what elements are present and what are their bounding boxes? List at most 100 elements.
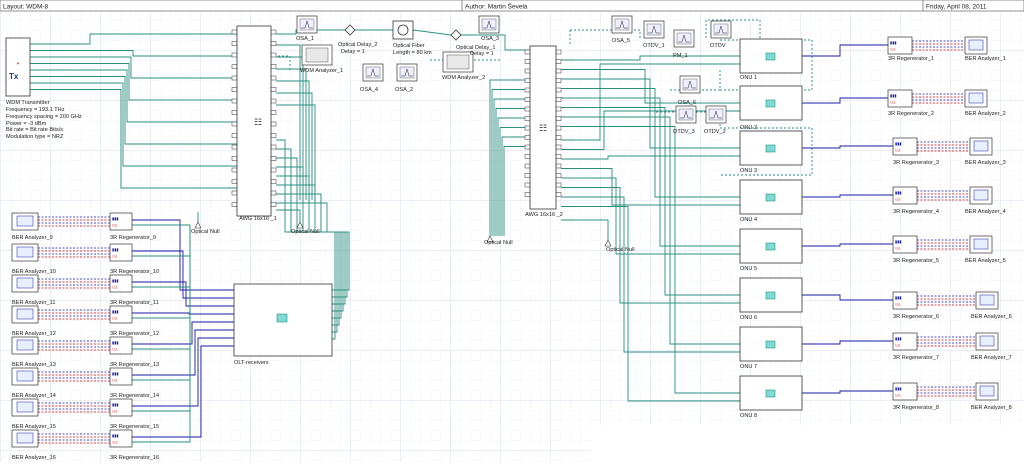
port — [270, 133, 277, 138]
regenerator-icon: ▮▮▮ — [895, 386, 902, 391]
port — [555, 87, 562, 93]
regenerator-label: 3R Regenerator_8 — [893, 405, 939, 411]
regenerator-label: 3R Regenerator_5 — [893, 258, 939, 264]
regenerator-icon: ▮▮▮ — [895, 239, 902, 244]
port — [555, 59, 562, 64]
transmitter-title: WDM Transmitter — [6, 100, 50, 106]
regenerator-label: 3R Regenerator_4 — [893, 209, 939, 215]
regenerator-icon: ⌇⌇⌇ — [895, 148, 901, 153]
port — [524, 87, 531, 93]
author-label: Author: Martin Ševela — [465, 2, 528, 11]
delay-label: Optical Delay_2 — [338, 42, 378, 48]
port — [231, 75, 238, 81]
port — [270, 144, 277, 150]
regenerator-icon: ⌇⌇⌇ — [112, 409, 118, 414]
regenerator-label: 3R Regenerator_1 — [888, 56, 934, 62]
osa-label: OSA_3 — [481, 36, 499, 42]
ber-analyzer-label: BER Analyzer_6 — [971, 314, 1012, 320]
regenerator-icon: ▮▮▮ — [890, 40, 897, 45]
port — [231, 52, 238, 58]
regenerator-label: 3R Regenerator_14 — [110, 393, 159, 399]
ber-analyzer-label: BER Analyzer_10 — [12, 269, 56, 275]
awg-1[interactable]: ☷ AWG 16x16 _1 — [236, 25, 277, 222]
regenerator-label: 3R Regenerator_12 — [110, 331, 159, 337]
subsystem-icon — [765, 99, 776, 108]
subsystem-icon — [765, 242, 776, 251]
port — [555, 116, 562, 121]
eye-diagram-icon — [16, 339, 34, 351]
eye-diagram-icon — [973, 189, 989, 201]
port — [524, 68, 531, 74]
onu-label: ONU 6 — [740, 315, 757, 321]
optical-null-label: Optical Null — [484, 240, 513, 246]
port — [524, 144, 531, 150]
port — [555, 144, 562, 150]
regenerator-icon: ▮▮▮ — [890, 93, 897, 98]
regenerator-label: 3R Regenerator_2 — [888, 111, 934, 117]
otdv-label: OTDV_2 — [704, 129, 726, 135]
osa-label: OSA_6 — [678, 100, 696, 106]
onu-label: ONU 7 — [740, 364, 757, 370]
port — [270, 202, 277, 207]
port — [524, 49, 531, 55]
port — [231, 156, 238, 161]
optical-null-label: Optical Null — [291, 229, 320, 235]
port — [555, 97, 562, 102]
port — [270, 98, 277, 104]
otdv-label: OTDV_3 — [673, 129, 695, 135]
osa-label: OSA_5 — [612, 38, 630, 44]
layout-title: Layout: WDM-8 — [3, 4, 49, 11]
regenerator-icon: ⌇⌇⌇ — [112, 223, 118, 228]
regenerator-icon: ▮▮▮ — [112, 278, 119, 283]
port — [555, 163, 562, 169]
subsystem-icon — [765, 144, 776, 153]
ber-analyzer-label: BER Analyzer_7 — [971, 355, 1012, 361]
wdm-transmitter[interactable]: ✶ Tx — [5, 37, 31, 97]
eye-diagram-icon — [16, 277, 34, 289]
port — [231, 87, 238, 92]
port — [555, 106, 562, 112]
port — [555, 192, 562, 197]
regenerator-label: 3R Regenerator_6 — [893, 314, 939, 320]
regenerator-icon: ▮▮▮ — [112, 340, 119, 345]
wdm-analyzer-label: WDM Analyzer_2 — [442, 75, 485, 81]
eye-diagram-icon — [973, 140, 989, 152]
regenerator-label: 3R Regenerator_15 — [110, 424, 159, 430]
olt-label: OLT-receivers — [234, 360, 269, 366]
subsystem-icon — [276, 313, 288, 323]
port — [270, 75, 277, 81]
regenerator-label: 3R Regenerator_3 — [893, 160, 939, 166]
regenerator-icon: ⌇⌇⌇ — [890, 47, 896, 52]
port — [231, 190, 238, 196]
table-icon — [446, 54, 470, 70]
eye-diagram-icon — [968, 39, 984, 51]
power-meter-label: PM_1 — [673, 53, 688, 59]
ber-analyzer-label: BER Analyzer_8 — [971, 405, 1012, 411]
olt-receivers[interactable]: OLT-receivers — [233, 283, 333, 366]
port — [524, 125, 531, 131]
port — [231, 179, 238, 184]
subsystem-icon — [765, 340, 776, 349]
regenerator-label: 3R Regenerator_13 — [110, 362, 159, 368]
regenerator-icon: ▮▮▮ — [112, 309, 119, 314]
date-label: Friday, April 08, 2011 — [926, 4, 987, 11]
port — [524, 78, 531, 83]
port — [524, 135, 531, 140]
otdv-label: OTDV — [710, 43, 726, 49]
fiber-label: Optical Fiber — [393, 43, 425, 49]
port — [270, 52, 277, 58]
port — [231, 133, 238, 138]
port — [524, 192, 531, 197]
port — [524, 163, 531, 169]
ber-analyzer-label: BER Analyzer_9 — [12, 235, 53, 241]
onu-label: ONU 1 — [740, 75, 757, 81]
port — [231, 110, 238, 115]
port — [270, 64, 277, 69]
port — [231, 64, 238, 69]
regenerator-icon: ▮▮▮ — [112, 433, 119, 438]
schematic: Layout: WDM-8 Author: Martin Ševela Frid… — [0, 0, 1024, 462]
port — [231, 167, 238, 173]
laser-icon: ✶ — [16, 61, 19, 66]
ber-analyzer-label: BER Analyzer_11 — [12, 300, 55, 306]
eye-diagram-icon — [979, 335, 995, 347]
